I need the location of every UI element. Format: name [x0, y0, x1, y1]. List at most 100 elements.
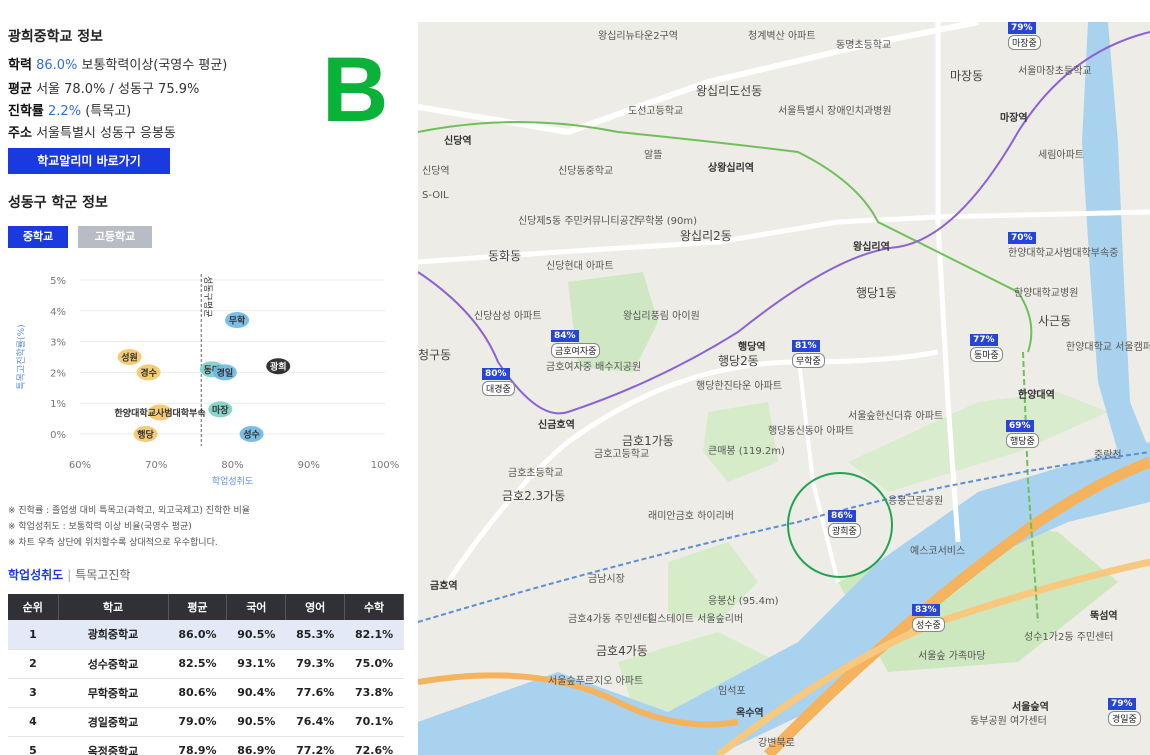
cell-average: 82.5% — [168, 649, 227, 679]
map-area-label: 사근동 — [1038, 314, 1072, 328]
map-station-label[interactable]: 옥수역 — [736, 704, 764, 719]
scatter-point-label: 행당 — [137, 429, 154, 441]
table-row[interactable]: 2 성수중학교 82.5% 93.1% 79.3% 75.0% — [8, 649, 404, 679]
map-station-label[interactable]: 행당역 — [738, 338, 766, 353]
map-station-label[interactable]: 상왕십리역 — [708, 159, 754, 174]
map-place-label: 동명초등학교 — [836, 40, 892, 51]
school-map[interactable]: 동화동 왕십리2동 행당1동 행당2동 사근동 금호1가동 금호2.3가동 금호… — [418, 22, 1150, 755]
map-place-label: 신당제5동 주민커뮤니티공간 — [518, 216, 638, 227]
map-station-label[interactable]: 뚝섬역 — [1090, 607, 1118, 622]
flag-percent: 80% — [482, 368, 510, 380]
scatter-point-label: 무학 — [229, 315, 246, 327]
map-place-label: 힐스테이트 서울숲리버 — [648, 614, 744, 625]
advance-label: 진학률 — [8, 104, 44, 119]
tab-middle-school[interactable]: 중학교 — [8, 226, 68, 248]
map-area-label: 금호2.3가동 — [502, 489, 566, 503]
cell-school: 경일중학교 — [58, 707, 168, 737]
map-station-label[interactable]: 한양대역 — [1018, 386, 1055, 401]
address-row: 주소 서울특별시 성동구 응봉동 — [8, 122, 176, 141]
flag-school-name: 마장중 — [1008, 35, 1041, 50]
map-station-label[interactable]: 왕십리역 — [853, 238, 890, 253]
header-english: 영어 — [285, 594, 346, 620]
cell-korean: 90.5% — [226, 707, 286, 737]
flag-percent: 83% — [912, 604, 940, 616]
map-area-label: 금호4가동 — [596, 644, 648, 658]
school-flag[interactable]: 81% 무학중 — [792, 340, 825, 368]
note-advance-rate: ※ 진학률 : 졸업생 대비 특목고(과학고, 외고국제고) 진학한 비율 — [8, 506, 251, 516]
school-flag[interactable]: 86% 광희중 — [828, 510, 861, 538]
school-flag[interactable]: 83% 성수중 — [912, 604, 945, 632]
school-flag[interactable]: 70% — [1008, 232, 1036, 244]
cell-rank: 1 — [8, 620, 58, 650]
x-tick-label: 90% — [298, 460, 320, 471]
flag-school-name: 성수중 — [912, 617, 945, 632]
tab-high-school[interactable]: 고등학교 — [78, 226, 152, 248]
school-flag[interactable]: 77% 동마중 — [970, 334, 1003, 362]
school-flag[interactable]: 84% 금호여자중 — [551, 330, 601, 358]
map-place-label: 서울숲 가족마당 — [918, 651, 986, 662]
average-label: 평균 — [8, 82, 32, 97]
cell-rank: 5 — [8, 736, 58, 755]
map-place-label: 알뜰 — [644, 150, 663, 161]
table-row[interactable]: 5 옥정중학교 78.9% 86.9% 77.2% 72.6% — [8, 736, 404, 755]
school-info-panel: 광희중학교 정보 학력 86.0% 보통학력이상(국영수 평균) 평균 서울 7… — [0, 0, 412, 755]
school-flag[interactable]: 80% 대경중 — [482, 368, 515, 396]
header-rank: 순위 — [8, 594, 59, 620]
header-average: 평균 — [168, 594, 228, 620]
scatter-point-label: 마장 — [212, 404, 229, 416]
cell-rank: 2 — [8, 649, 58, 679]
map-area-label: 마장동 — [950, 69, 984, 83]
cell-average: 78.9% — [168, 736, 227, 755]
map-place-label: 강변북로 — [758, 738, 795, 749]
flag-percent: 79% — [1008, 22, 1036, 34]
map-station-label[interactable]: 마장역 — [1000, 109, 1028, 124]
cell-school: 성수중학교 — [58, 649, 168, 679]
cell-math: 75.0% — [344, 649, 404, 679]
link-achievement[interactable]: 학업성취도 — [8, 568, 63, 582]
cell-korean: 90.5% — [226, 620, 286, 650]
map-place-label: 신당삼성 아파트 — [474, 311, 542, 322]
scatter-point-label: 성수 — [243, 429, 260, 441]
x-tick-label: 60% — [69, 460, 91, 471]
x-tick-label: 70% — [145, 460, 167, 471]
advance-row: 진학률 2.2% (특목고) — [8, 100, 131, 119]
link-special-high[interactable]: 특목고진학 — [75, 568, 130, 582]
cell-average: 86.0% — [168, 620, 227, 650]
cell-math: 82.1% — [344, 620, 404, 650]
flag-percent: 79% — [1108, 698, 1136, 710]
cell-english: 79.3% — [285, 649, 345, 679]
table-row[interactable]: 3 무학중학교 80.6% 90.4% 77.6% 73.8% — [8, 678, 404, 708]
y-tick-label: 2% — [50, 368, 66, 379]
scatter-point-label: 광희 — [270, 361, 287, 373]
note-achievement: ※ 학업성취도 : 보통학력 이상 비율(국영수 평균) — [8, 522, 192, 532]
map-place-label: S-OIL — [422, 190, 449, 201]
note-chart-hint: ※ 차트 우측 상단에 위치할수록 상대적으로 우수합니다. — [8, 538, 218, 548]
school-info-link-button[interactable]: 학교알리미 바로가기 — [8, 148, 170, 174]
map-place-label: 행당한진타운 아파트 — [696, 381, 782, 392]
flag-percent: 86% — [828, 510, 856, 522]
x-tick-label: 100% — [371, 460, 400, 471]
address-label: 주소 — [8, 126, 32, 141]
school-flag[interactable]: 79% 마장중 — [1008, 22, 1041, 50]
table-row[interactable]: 1 광희중학교 86.0% 90.5% 85.3% 82.1% — [8, 620, 404, 650]
map-place-label: 왕십리풍림 아이원 — [623, 311, 700, 322]
map-place-label: 중랑천 — [1094, 450, 1122, 461]
average-row: 평균 서울 78.0% / 성동구 75.9% — [8, 78, 199, 97]
map-station-label[interactable]: 금호역 — [430, 577, 458, 592]
school-flag[interactable]: 79% 경일중 — [1108, 698, 1141, 726]
table-row[interactable]: 4 경일중학교 79.0% 90.5% 76.4% 70.1% — [8, 707, 404, 737]
map-station-label[interactable]: 서울숲역 — [1012, 698, 1049, 713]
cell-english: 77.2% — [285, 736, 345, 755]
map-station-label[interactable]: 신금호역 — [538, 416, 575, 431]
flag-school-name: 행당중 — [1006, 433, 1039, 448]
flag-school-name: 대경중 — [482, 381, 515, 396]
scatter-point-label: 경일 — [217, 367, 234, 379]
map-place-label: 래미안금호 하이리버 — [648, 511, 734, 522]
cell-math: 72.6% — [344, 736, 404, 755]
flag-percent: 77% — [970, 334, 998, 346]
header-korean: 국어 — [226, 594, 287, 620]
y-tick-label: 5% — [50, 276, 66, 287]
map-place-label: 서울숲한신더휴 아파트 — [848, 411, 944, 422]
map-station-label[interactable]: 신당역 — [444, 132, 472, 147]
school-flag[interactable]: 69% 행당중 — [1006, 420, 1039, 448]
